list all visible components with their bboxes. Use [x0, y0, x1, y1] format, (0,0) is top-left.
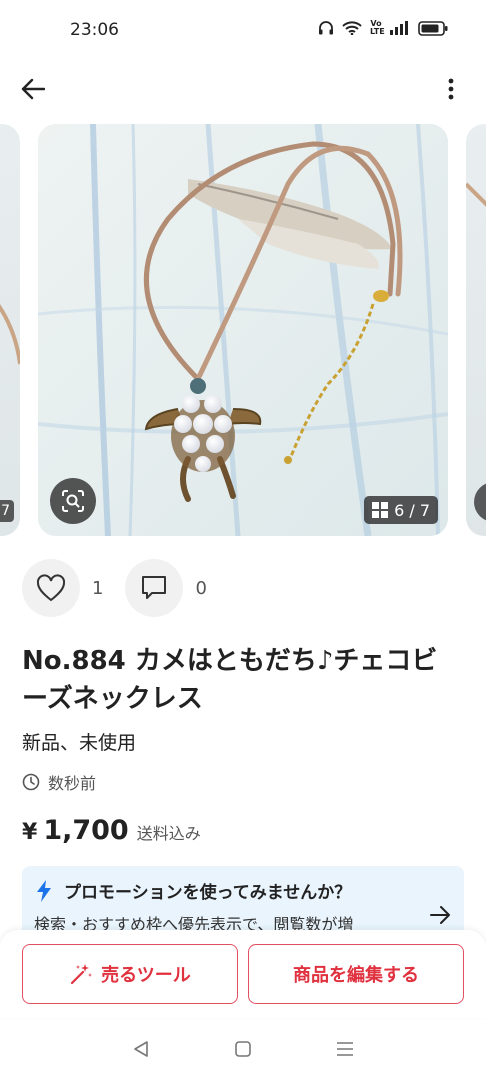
product-photo[interactable]: 6 / 7 [38, 124, 448, 536]
nav-back-icon [134, 1041, 148, 1057]
system-navigation-bar [0, 1018, 486, 1080]
previous-image-photo [0, 304, 20, 365]
currency-symbol: ¥ [22, 820, 38, 845]
heart-icon [36, 574, 66, 602]
status-icons: Vo LTE [318, 20, 448, 36]
promotion-heading-row: プロモーションを使ってみませんか？ [36, 878, 351, 903]
more-vertical-icon [448, 78, 454, 100]
price: 1,700 [43, 815, 129, 846]
image-counter-text: 6 / 7 [394, 500, 430, 520]
price-row: ¥ 1,700 送料込み [22, 815, 201, 846]
previous-image[interactable]: 7 [0, 124, 20, 536]
nav-back-button[interactable] [121, 1029, 161, 1069]
lightning-icon [37, 879, 51, 902]
app-bar [0, 62, 486, 114]
signal-icon [390, 21, 408, 35]
posted-time-row: 数秒前 [22, 770, 96, 794]
wifi-icon [342, 21, 362, 35]
grid-icon [372, 502, 389, 518]
promotion-body: 検索・おすすめ枠へ優先表示で、閲覧数が増 [34, 915, 354, 930]
battery-icon [418, 20, 448, 36]
nav-recents-button[interactable] [325, 1029, 365, 1069]
more-options-button[interactable] [434, 72, 468, 106]
next-image[interactable] [466, 124, 486, 536]
sell-tools-button[interactable]: 売るツール [22, 944, 238, 1004]
previous-image-counter: 7 [0, 500, 14, 522]
image-carousel[interactable]: 7 6 / 7 [0, 124, 486, 536]
item-condition: 新品、未使用 [22, 732, 137, 754]
promotion-banner[interactable]: プロモーションを使ってみませんか？ 検索・おすすめ枠へ優先表示で、閲覧数が増 [22, 866, 464, 930]
comment-button[interactable] [125, 559, 184, 617]
promotion-heading: プロモーションを使ってみませんか？ [64, 883, 352, 903]
comment-icon [142, 576, 167, 599]
turtle-necklace-photo [38, 124, 448, 536]
clock-icon [22, 773, 40, 791]
back-button[interactable] [16, 72, 50, 106]
sell-tools-label: 売るツール [101, 965, 191, 986]
arrow-right-icon [430, 906, 450, 924]
reactions-row: 1 0 [22, 558, 229, 618]
nav-home-icon [235, 1041, 251, 1057]
nav-home-button[interactable] [223, 1029, 263, 1069]
like-count: 1 [92, 577, 104, 599]
shipping-note: 送料込み [136, 824, 201, 843]
next-image-photo [466, 182, 486, 207]
image-search-button[interactable] [50, 478, 96, 524]
nav-recents-icon [337, 1042, 353, 1056]
comment-count: 0 [195, 577, 207, 599]
status-bar: 23:06 Vo LTE [0, 0, 486, 62]
edit-item-button[interactable]: 商品を編集する [248, 944, 464, 1004]
like-button[interactable] [22, 559, 80, 617]
image-counter: 6 / 7 [364, 496, 438, 524]
volte-icon: Vo LTE [370, 19, 385, 36]
image-search-icon [62, 490, 84, 512]
magic-wand-icon [71, 964, 93, 985]
bottom-action-bar: 売るツール 商品を編集する [0, 930, 486, 1018]
edit-item-label: 商品を編集する [293, 965, 419, 986]
item-title: No.884 カメはともだち♪チェコビーズネックレス [22, 646, 438, 714]
headphones-icon [319, 21, 333, 35]
status-time: 23:06 [70, 20, 119, 40]
arrow-left-icon [21, 78, 45, 100]
posted-time: 数秒前 [48, 774, 97, 793]
